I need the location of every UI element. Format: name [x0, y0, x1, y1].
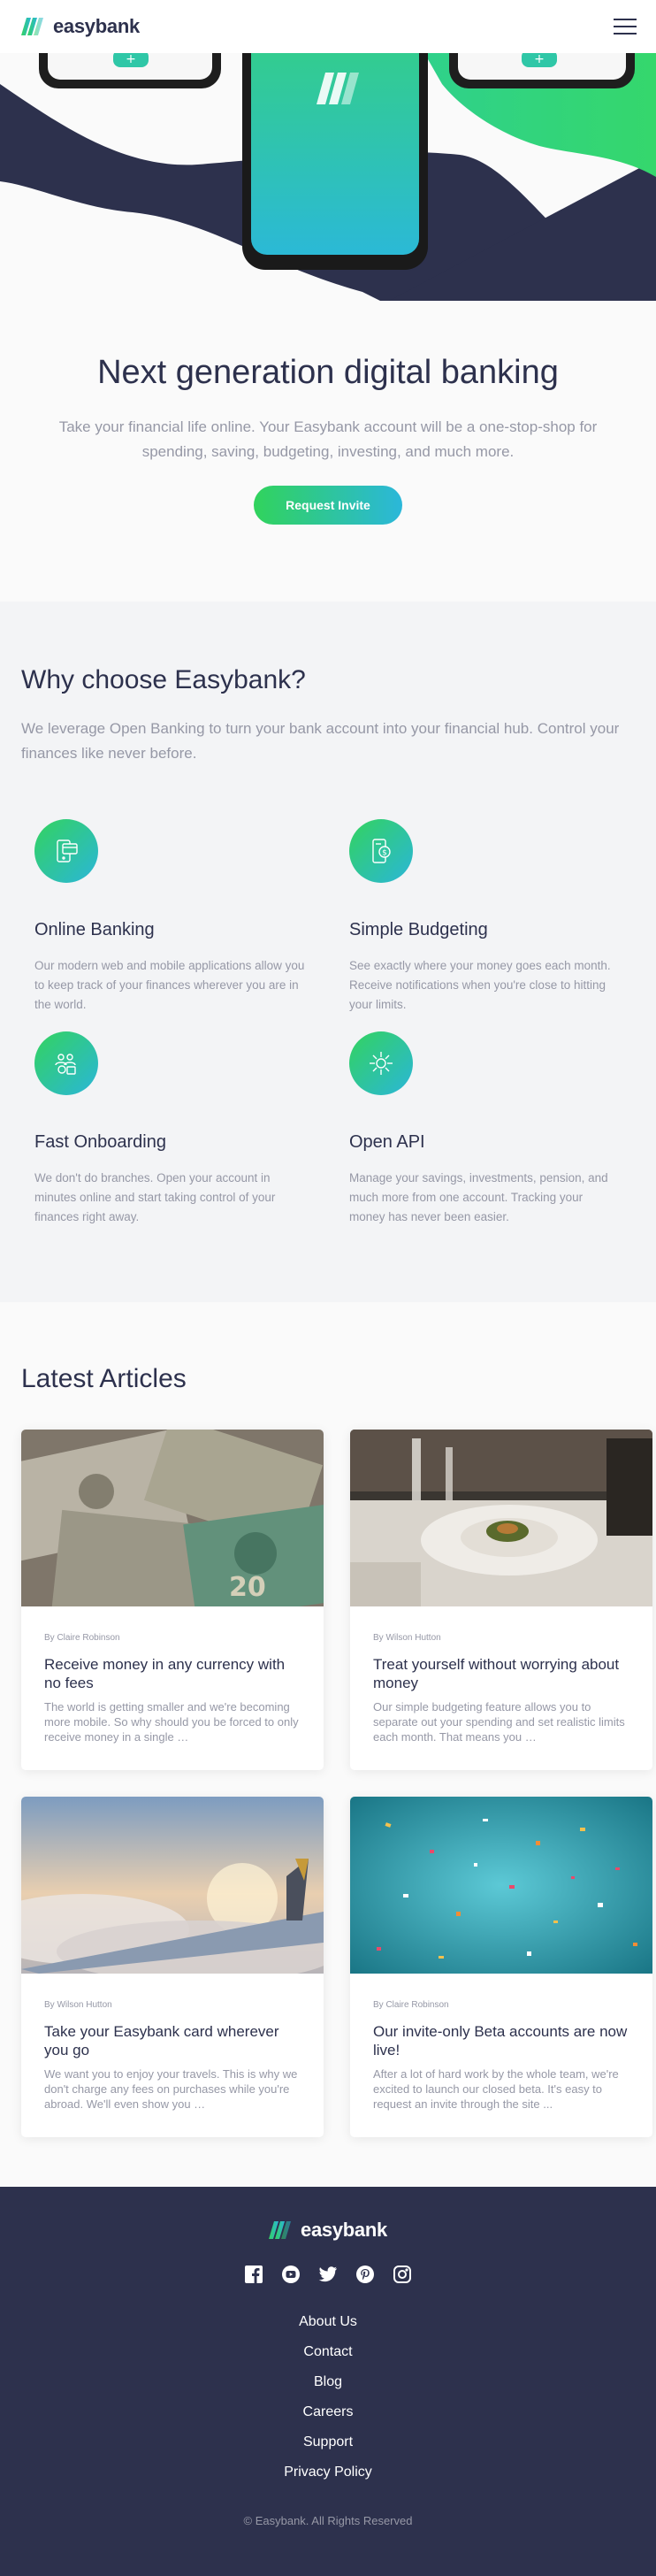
article-body: By Wilson Hutton Treat yourself without …: [350, 1606, 652, 1744]
why-section: Why choose Easybank? We leverage Open Ba…: [0, 602, 656, 1302]
svg-text:+: +: [126, 52, 136, 66]
feature-fast-onboarding: Fast Onboarding We don't do branches. Op…: [34, 1031, 307, 1223]
brand-name: easybank: [301, 2219, 387, 2241]
footer-link-contact[interactable]: Contact: [303, 2344, 352, 2359]
request-invite-button[interactable]: Request Invite: [254, 486, 402, 525]
feature-description: See exactly where your money goes each m…: [349, 959, 611, 1011]
article-author: By Wilson Hutton: [373, 1633, 441, 1643]
article-title[interactable]: Our invite-only Beta accounts are now li…: [373, 2022, 629, 2059]
youtube-icon[interactable]: [281, 2265, 301, 2284]
article-card[interactable]: By Wilson Hutton Take your Easybank card…: [21, 1797, 324, 2137]
footer-link-support[interactable]: Support: [303, 2434, 353, 2450]
feature-title: Simple Budgeting: [349, 920, 488, 939]
footer-link-careers[interactable]: Careers: [303, 2404, 354, 2419]
copyright-text: © Easybank. All Rights Reserved: [243, 2514, 413, 2527]
article-card[interactable]: By Claire Robinson Our invite-only Beta …: [350, 1797, 652, 2137]
why-description: We leverage Open Banking to turn your ba…: [21, 720, 620, 762]
articles-section: Latest Articles 20 By Claire Robinson Re…: [0, 1302, 656, 2187]
logo-mark-icon: [269, 2221, 292, 2239]
brand-logo[interactable]: easybank: [21, 15, 140, 38]
article-card[interactable]: 20 By Claire Robinson Receive money in a…: [21, 1430, 324, 1770]
feature-open-api: Open API Manage your savings, investment…: [349, 1031, 622, 1223]
article-author: By Claire Robinson: [373, 2000, 449, 2010]
site-footer: easybank About Us Contact Blog Careers S…: [0, 2187, 656, 2576]
svg-text:+: +: [534, 52, 545, 66]
feature-online-banking: Online Banking Our modern web and mobile…: [34, 819, 307, 1011]
hero-description: Take your financial life online. Your Ea…: [58, 418, 598, 460]
site-header: easybank: [0, 0, 656, 53]
hero-title: Next generation digital banking: [97, 354, 559, 391]
feature-description: We don't do branches. Open your account …: [34, 1171, 276, 1223]
onboarding-icon: [34, 1031, 98, 1095]
article-body: By Claire Robinson Receive money in any …: [21, 1606, 324, 1744]
footer-brand-logo[interactable]: easybank: [0, 2219, 656, 2242]
social-links: [0, 2265, 656, 2284]
feature-title: Open API: [349, 1132, 425, 1152]
svg-text:$: $: [382, 849, 387, 858]
pinterest-icon[interactable]: [355, 2265, 375, 2284]
article-image-currency: 20: [21, 1430, 324, 1606]
article-excerpt: After a lot of hard work by the whole te…: [373, 2067, 619, 2111]
online-banking-icon: [34, 819, 98, 883]
footer-link-about-us[interactable]: About Us: [299, 2314, 357, 2329]
article-body: By Wilson Hutton Take your Easybank card…: [21, 1974, 324, 2112]
instagram-icon[interactable]: [393, 2265, 412, 2284]
article-card[interactable]: By Wilson Hutton Treat yourself without …: [350, 1430, 652, 1770]
feature-description: Our modern web and mobile applications a…: [34, 959, 305, 1011]
logo-mark-icon: [21, 18, 43, 35]
article-image-restaurant: [350, 1430, 652, 1606]
footer-nav: About Us Contact Blog Careers Support Pr…: [0, 2314, 656, 2480]
footer-link-blog[interactable]: Blog: [314, 2374, 342, 2389]
article-author: By Wilson Hutton: [44, 2000, 112, 2010]
article-title[interactable]: Receive money in any currency with no fe…: [44, 1655, 301, 1692]
article-excerpt: The world is getting smaller and we're b…: [44, 1700, 299, 1744]
budgeting-icon: $: [349, 819, 413, 883]
hamburger-menu-icon[interactable]: [614, 19, 637, 34]
brand-name: easybank: [53, 15, 140, 37]
why-title: Why choose Easybank?: [21, 665, 306, 694]
footer-link-privacy-policy[interactable]: Privacy Policy: [284, 2465, 372, 2480]
article-excerpt: Our simple budgeting feature allows you …: [373, 1700, 625, 1744]
api-icon: [349, 1031, 413, 1095]
feature-description: Manage your savings, investments, pensio…: [349, 1171, 608, 1223]
feature-simple-budgeting: $ Simple Budgeting See exactly where you…: [349, 819, 622, 1011]
articles-title: Latest Articles: [21, 1364, 187, 1393]
hero-section: + + Next generation digital banking Take…: [0, 0, 656, 602]
article-image-plane: [21, 1797, 324, 1974]
features-grid: Online Banking Our modern web and mobile…: [21, 819, 635, 1223]
article-title[interactable]: Treat yourself without worrying about mo…: [373, 1655, 629, 1692]
article-excerpt: We want you to enjoy your travels. This …: [44, 2067, 298, 2111]
article-image-confetti: [350, 1797, 652, 1974]
feature-title: Fast Onboarding: [34, 1132, 166, 1152]
articles-grid: 20 By Claire Robinson Receive money in a…: [21, 1430, 652, 2137]
article-body: By Claire Robinson Our invite-only Beta …: [350, 1974, 652, 2112]
article-title[interactable]: Take your Easybank card wherever you go: [44, 2022, 301, 2059]
feature-title: Online Banking: [34, 920, 155, 939]
facebook-icon[interactable]: [244, 2265, 263, 2284]
article-author: By Claire Robinson: [44, 1633, 120, 1643]
twitter-icon[interactable]: [318, 2265, 338, 2284]
hero-content: Next generation digital banking Take you…: [0, 354, 656, 525]
